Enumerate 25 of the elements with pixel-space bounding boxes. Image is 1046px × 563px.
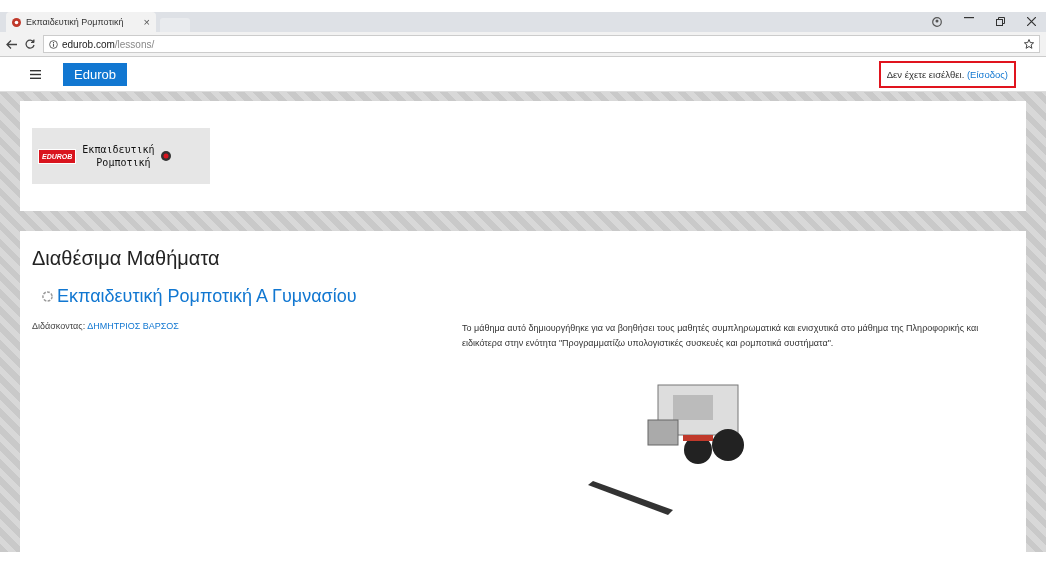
brand-button[interactable]: Edurob xyxy=(63,62,127,86)
info-icon xyxy=(49,39,58,49)
teacher-label: Διδάσκοντας: xyxy=(32,321,86,331)
minimize-icon[interactable] xyxy=(964,17,974,19)
page-heading: Διαθέσιμα Μαθήματα xyxy=(32,247,221,270)
course-description: Το μάθημα αυτό δημιουργήθηκε για να βοηθήσει τους μαθητές συμπληρωματικά και ενισχυτικά στο μάθημα της Πληροφορικής και ειδικότερα στην ενότητα "Προγραμματίζω υπολογιστικές συσκευές και ρομποτικά συστήματα". xyxy=(462,322,980,350)
robot-eye-icon xyxy=(160,151,171,161)
reload-icon[interactable] xyxy=(25,39,35,49)
profile-icon[interactable] xyxy=(932,17,942,27)
course-icon xyxy=(42,291,53,302)
restore-icon[interactable] xyxy=(996,17,1005,26)
menu-button[interactable] xyxy=(30,69,41,79)
login-link[interactable]: (Είσοδος) xyxy=(966,68,1008,80)
bookmark-star-icon[interactable] xyxy=(1024,39,1034,49)
close-tab-button[interactable]: × xyxy=(143,16,150,28)
logo-text: Ρομποτική xyxy=(95,156,152,169)
login-status-text: Δεν έχετε εισέλθει. xyxy=(886,68,965,80)
teacher-link[interactable]: ΔΗΜΗΤΡΙΟΣ ΒΑΡΣΟΣ xyxy=(87,321,179,331)
browser-tab[interactable]: Εκπαιδευτική Ρομποτική × xyxy=(6,12,156,32)
close-icon[interactable] xyxy=(1027,17,1036,26)
site-favicon-icon xyxy=(12,17,21,27)
course-title-link[interactable]: Εκπαιδευτική Ρομποτική Α Γυμνασίου xyxy=(57,286,357,307)
back-arrow-icon[interactable] xyxy=(6,39,17,49)
logo-text: Εκπαιδευτική xyxy=(82,143,155,156)
address-bar[interactable]: edurob.com/lessons/ xyxy=(43,35,1040,53)
